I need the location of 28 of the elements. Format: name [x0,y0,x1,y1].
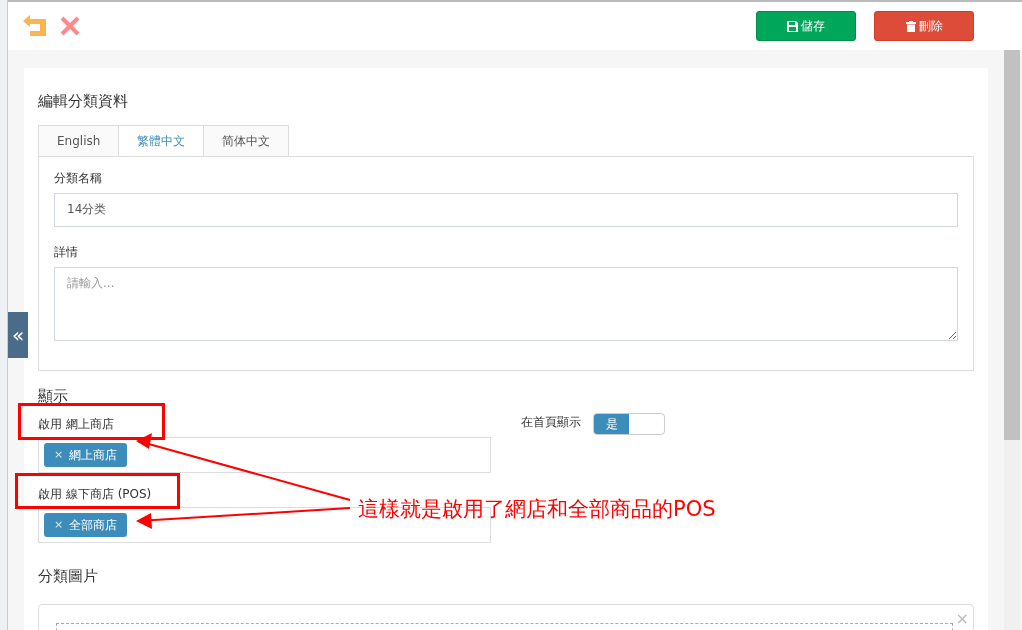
tag-field[interactable]: × 網上商店 [38,437,491,473]
field-label: 啟用 線下商店 (POS) [38,486,152,503]
toggle-label: 在首頁顯示 [521,414,581,431]
field-label: 啟用 網上商店 [38,416,114,433]
collapse-button[interactable]: « [8,312,28,358]
form-title: 編輯分類資料 [38,91,129,112]
remove-icon[interactable]: × [54,516,64,534]
field-label: 分類名稱 [54,169,103,187]
homepage-toggle[interactable]: 是 [593,413,665,435]
name-field[interactable]: 14分类 [54,192,958,227]
section-heading: 顯示 [38,385,69,407]
delete-button[interactable]: 刪除 [874,11,974,41]
trash-icon [905,20,916,32]
scrollbar[interactable] [1004,50,1020,630]
section-heading: 分類圖片 [38,566,99,587]
close-icon[interactable] [60,16,80,36]
tag[interactable]: × 全部商店 [44,513,128,537]
remove-icon[interactable]: × [54,446,64,464]
field-label: 詳情 [54,243,79,261]
remove-button[interactable]: × [955,610,969,627]
tab[interactable]: 简体中文 [203,124,290,156]
tab[interactable]: English [38,124,120,156]
save-button[interactable]: 儲存 [756,11,856,41]
undo-icon[interactable] [22,15,48,37]
details-field[interactable]: 請輸入... [54,266,958,341]
image-dropzone[interactable]: × [38,603,974,630]
save-icon [787,20,798,32]
tag[interactable]: × 網上商店 [44,443,128,467]
